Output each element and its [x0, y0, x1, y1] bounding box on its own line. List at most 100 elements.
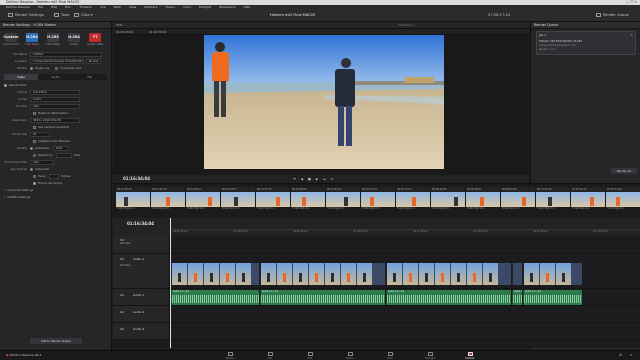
render-preset[interactable]: YT YouTube 1080p [86, 31, 104, 47]
zoom-level[interactable]: 37% [116, 22, 123, 29]
individual-clips-radio[interactable]: Individual clips [55, 65, 81, 72]
page-tab[interactable]: Deliver [455, 352, 485, 360]
audio-clip[interactable]: Audio 1.0 - 2.0 [386, 290, 511, 305]
person-figure [548, 197, 552, 206]
page-tab[interactable]: Edit [295, 352, 325, 360]
add-to-render-queue-button[interactable]: Add to Render Queue [30, 338, 82, 344]
clip-thumbnail[interactable]: 00:14:48:13 H.264 High L5.1 [186, 187, 220, 214]
encoder-select[interactable]: Auto [30, 104, 80, 109]
page-icon [387, 352, 393, 356]
clip-thumbnail[interactable]: 00:14:52:07 H.264 High L5.1 [221, 187, 255, 214]
timeline-ruler[interactable]: 01:00:00:00 01:03:00:00 01:06:00:00 01:09:0… [171, 229, 640, 235]
last-frame-icon[interactable]: ⏭ [323, 175, 326, 183]
tab-video[interactable]: Video [4, 74, 39, 80]
location-input[interactable]: C:\Users\Hohem\Google Drive\Workshop [30, 59, 84, 64]
clip-thumbnail[interactable]: 00:06:20:05 H.264 High L5.1 [431, 187, 465, 214]
format-select[interactable]: QuickTime [30, 90, 80, 95]
every-input[interactable] [48, 174, 59, 179]
video-clip[interactable] [171, 263, 259, 285]
first-frame-icon[interactable]: ⏮ [293, 175, 296, 183]
checkbox-icon [4, 84, 7, 87]
track-a1: A1 Audio 1 Audio 1.0 - 2.0 Audio 1.0 - 2.… [113, 289, 640, 306]
browse-button[interactable]: Browse [86, 59, 101, 64]
automatic-radio[interactable]: Automatic [30, 145, 49, 152]
video-clip[interactable] [523, 263, 582, 285]
home-icon[interactable]: ⌂ [630, 353, 632, 357]
clip-thumbnail[interactable]: 00:14:35:19 H.264 High L5.1 [151, 187, 185, 214]
clip-thumbnail[interactable]: 00:14:57:05 H.264 High L5.1 [256, 187, 290, 214]
clip-thumbnail[interactable]: 00:06:18:01 H.264 High L5.1 [466, 187, 500, 214]
quality-select[interactable]: Best [53, 146, 70, 151]
clip-thumbnail[interactable]: 00:15:03:24 H.264 High L5.1 [326, 187, 360, 214]
clip-format: H.264 High L5.1 [572, 207, 590, 210]
page-tab[interactable]: Fusion [335, 352, 365, 360]
step-back-icon[interactable]: ◀ [301, 175, 303, 183]
render-queue-toggle[interactable]: Render Queue [596, 9, 629, 22]
field-rendering-row[interactable]: Use vertical resolution [0, 124, 111, 131]
clip-thumbnail[interactable]: 00:08:22:08 H.264 High L5.1 [501, 187, 535, 214]
single-clip-radio[interactable]: Single clip [30, 65, 49, 72]
video-clip[interactable] [386, 263, 511, 285]
codec-select[interactable]: H.264 [30, 97, 80, 102]
stop-icon[interactable]: ■ [308, 175, 311, 183]
filename-input[interactable]: Untitled [30, 52, 102, 57]
every-radio[interactable]: Every [33, 173, 46, 180]
audio-clip[interactable]: Audio 1.0 - 2.0 [260, 290, 385, 305]
timeline-name[interactable]: Timeline 1 [398, 22, 414, 29]
clip-thumbnail[interactable]: 00:14:56:04 H.264 High L5.1 [291, 187, 325, 214]
page-tab[interactable]: Cut [255, 352, 285, 360]
automatic-label: Automatic [35, 146, 50, 150]
encoding-profile-select[interactable]: Auto [30, 160, 54, 165]
keyframes-auto-label: Automatic [35, 167, 50, 171]
clip-thumbnail[interactable]: 00:16:13:03 H.264 High L5.1 [396, 187, 430, 214]
clips-toggle[interactable]: Clips ▾ [74, 9, 93, 22]
loop-icon[interactable]: ↻ [331, 175, 334, 183]
subtitle-settings-toggle[interactable]: › Subtitle Settings [0, 194, 111, 201]
settings-icon[interactable]: ⚙ [619, 353, 622, 357]
render-preset[interactable]: Custom Custom Export [2, 31, 20, 47]
video-clip[interactable] [512, 263, 522, 285]
render-preset[interactable]: H.264 YouTube [65, 31, 83, 47]
page-tab[interactable]: Color [375, 352, 405, 360]
page-tab[interactable]: Media [215, 352, 245, 360]
page-tab[interactable]: Fairlight [415, 352, 445, 360]
export-video-row[interactable]: Export Video [0, 82, 111, 89]
advanced-settings-toggle[interactable]: › Advanced Settings [0, 187, 111, 194]
playhead[interactable] [170, 218, 171, 348]
render-preset[interactable]: H.264 H.264 Master [23, 31, 41, 47]
render-settings-toggle[interactable]: Render Settings [8, 9, 44, 22]
render-job-card[interactable]: Job 1 Hoheim mt2 Final MAC05 | H.264 C:\… [536, 31, 636, 55]
tab-audio[interactable]: Audio [38, 74, 72, 80]
render-settings-header: Render Settings - H.264 Master [0, 22, 111, 29]
resolution-select[interactable]: 3840 x 2160 Ultra HD [30, 118, 80, 123]
render-all-button[interactable]: Render All [611, 168, 637, 174]
timeline[interactable]: V2 20 Clips V1 Video 1 20 Clips A1 Audio 1… [113, 236, 640, 348]
render-preset[interactable]: H.265 H.265 Master [44, 31, 62, 47]
clip-thumbnail[interactable]: 07:07:42:20 H.264 High L5.1 [606, 187, 640, 214]
tab-file[interactable]: File [73, 74, 107, 80]
clip-thumbnail[interactable]: 00:15:01:14 H.264 High L5.1 [361, 187, 395, 214]
keyframes-auto-radio[interactable]: Automatic [30, 166, 49, 173]
clip-frame [524, 263, 539, 285]
chapters-row[interactable]: Chapters from Markers [0, 138, 111, 145]
restrict-radio[interactable]: Restrict to [33, 152, 52, 159]
render-queue-icon [596, 13, 601, 17]
clip-frame [357, 263, 372, 285]
edit-job-icon[interactable]: ✎ [630, 33, 633, 37]
radio-icon [30, 66, 33, 70]
timeline-timecode[interactable]: 01:16:34:04 [127, 221, 154, 226]
clip-thumbnail[interactable]: 07:07:20:17 H.264 High L5.1 [571, 187, 605, 214]
clip-thumbnail[interactable]: 00:14:25:15 H.264 High L5.1 [116, 187, 150, 214]
playhead-timecode[interactable]: 01:16:34:04 [123, 175, 150, 183]
audio-clip[interactable]: Audio 1.0 - 2.0 [512, 290, 522, 305]
bitrate-input[interactable] [56, 153, 73, 158]
network-opt-row[interactable]: Network Optimization [0, 110, 111, 117]
video-clip[interactable] [260, 263, 385, 285]
audio-clip[interactable]: Audio 1.0 - 2.0 [523, 290, 582, 305]
play-icon[interactable]: ▶ [316, 175, 318, 183]
framerate-select[interactable]: 25 [30, 132, 50, 137]
clip-thumbnail[interactable]: 00:13:20:16 H.264 High L5.1 [536, 187, 570, 214]
frame-reorder-row[interactable]: Frame reordering [0, 180, 111, 187]
tape-toggle[interactable]: Tape [54, 9, 69, 22]
audio-clip[interactable]: Audio 1.0 - 2.0 [171, 290, 259, 305]
